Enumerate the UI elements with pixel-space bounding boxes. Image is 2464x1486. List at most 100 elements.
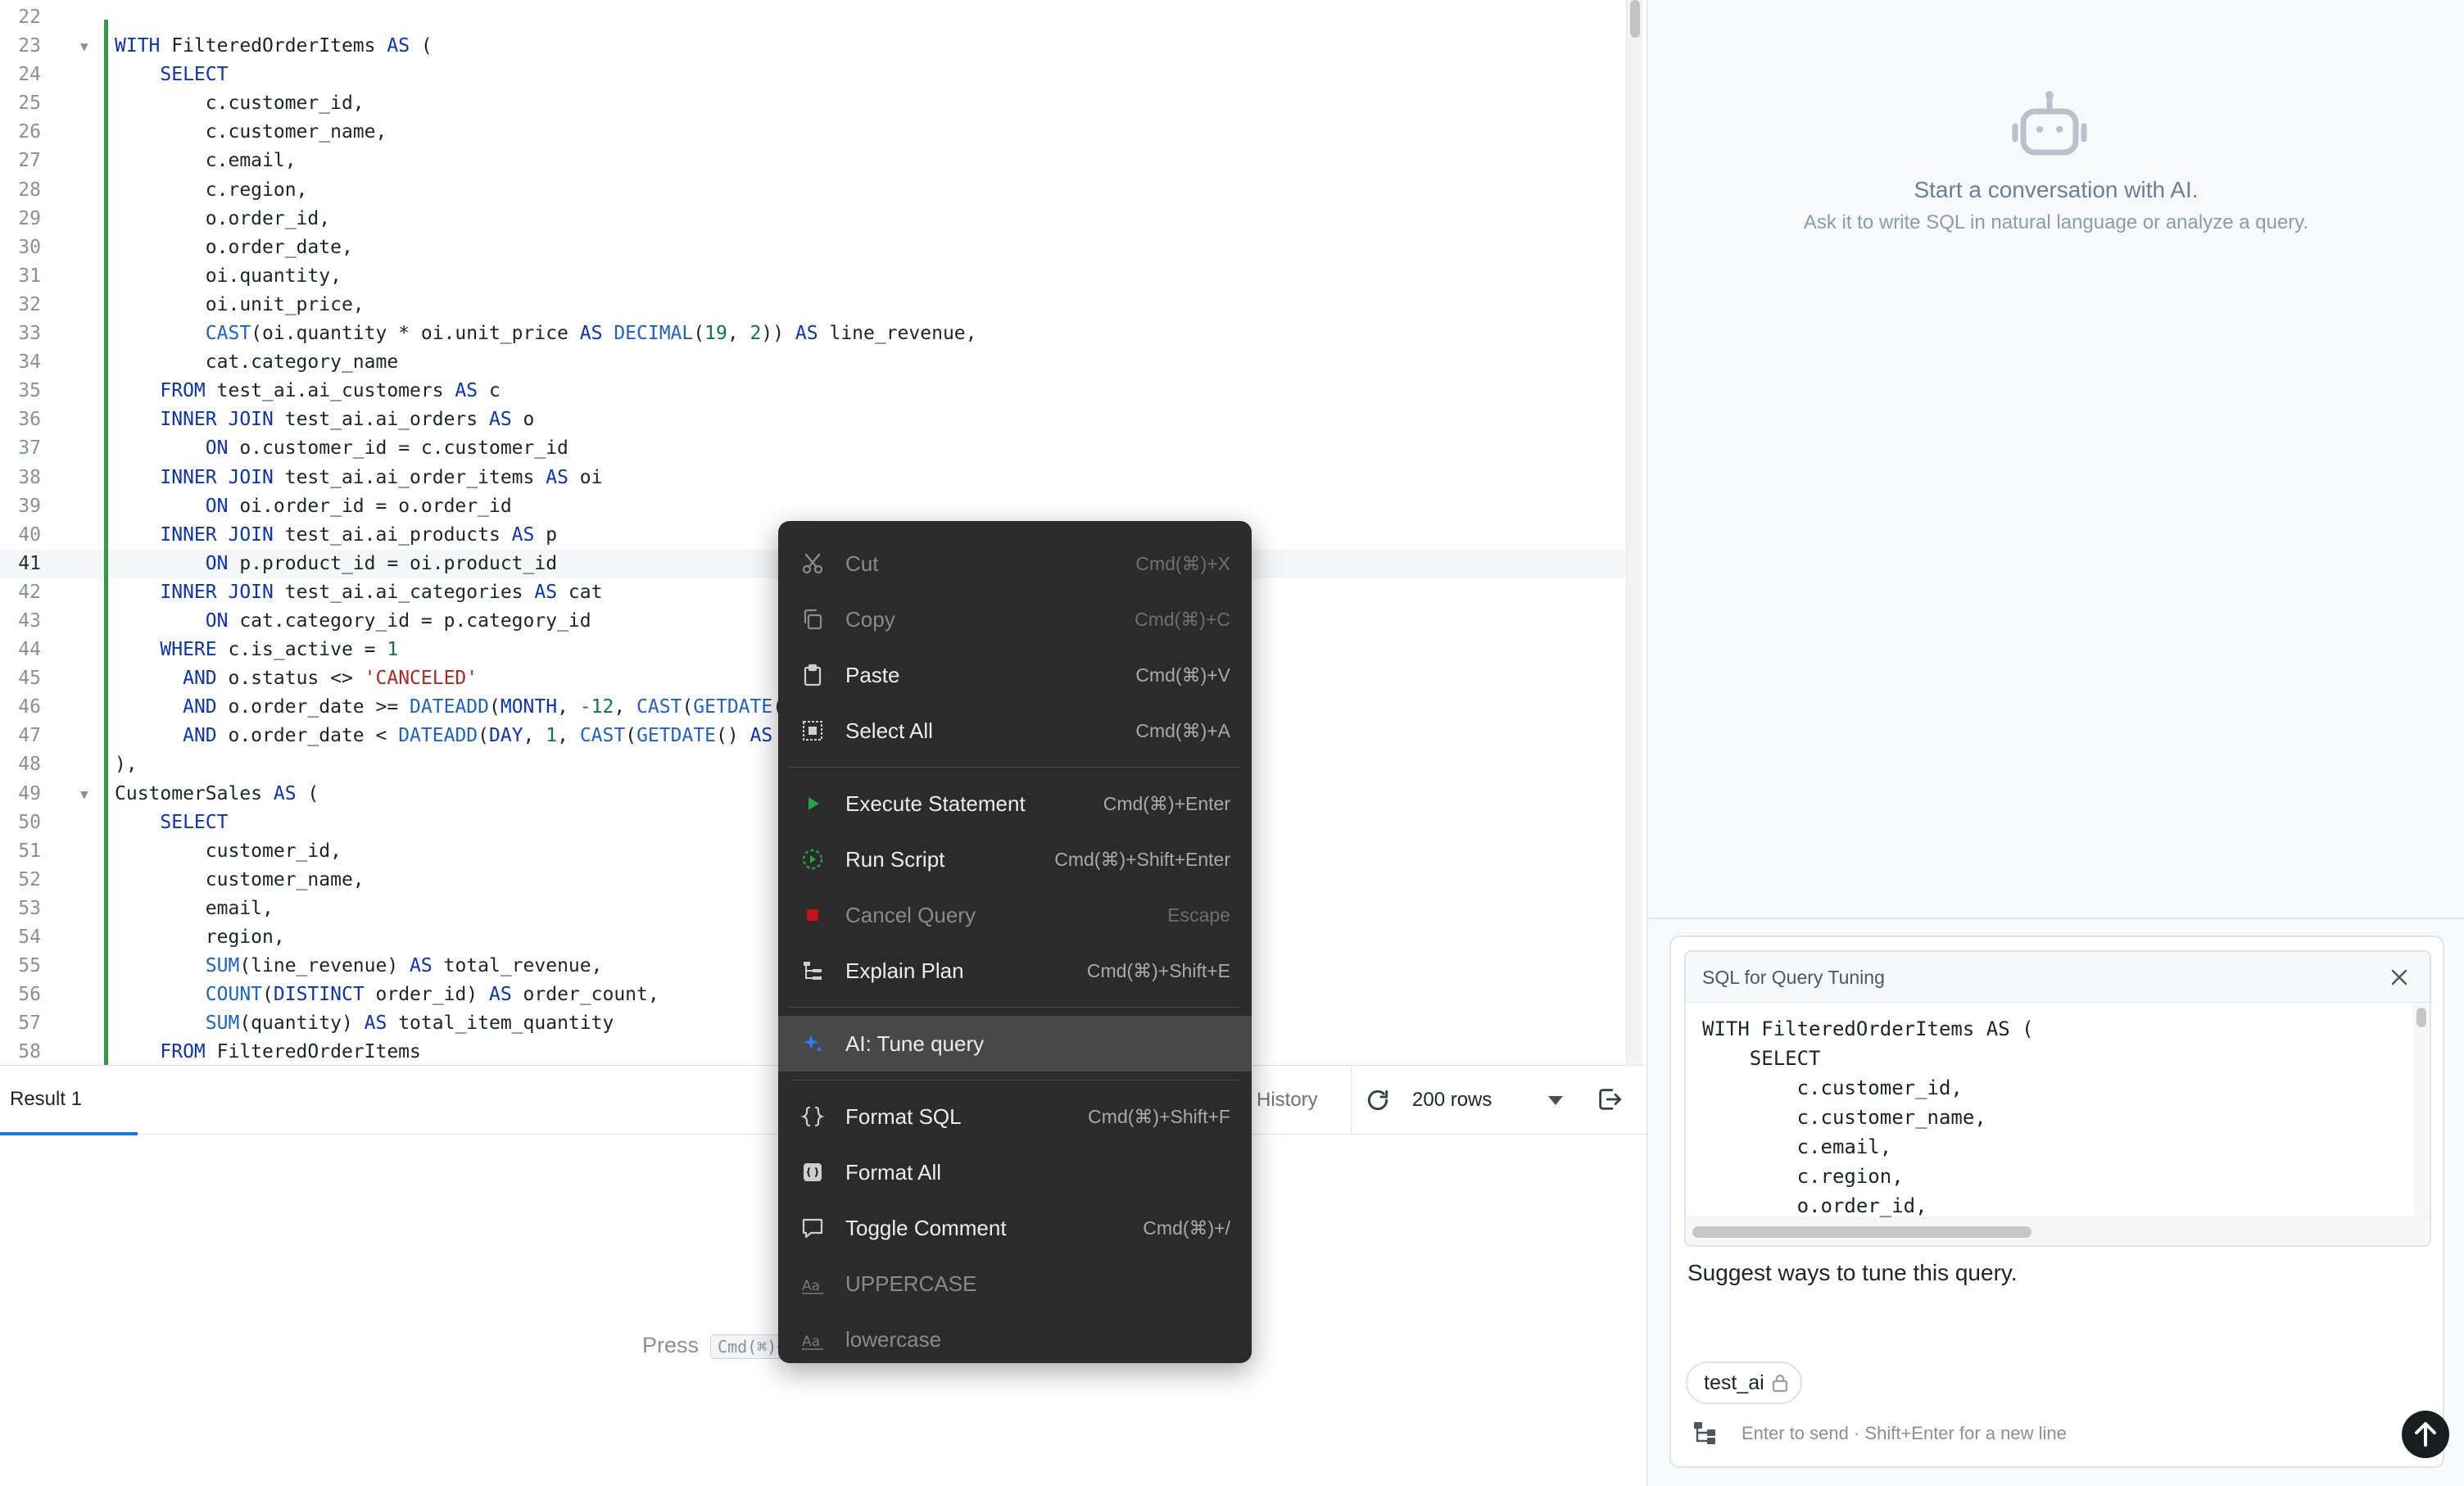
sql-context-code[interactable]: WITH FilteredOrderItems AS ( SELECT c.cu… [1686, 1003, 2413, 1217]
code-line[interactable]: 39 ON oi.order_id = o.order_id [0, 492, 1630, 521]
code-text[interactable]: cat.category_name [115, 348, 398, 377]
close-icon[interactable] [2390, 968, 2408, 986]
code-text[interactable]: AND o.status <> 'CANCELED' [115, 664, 478, 693]
code-text[interactable]: CustomerSales AS ( [115, 780, 319, 809]
fold-toggle-icon[interactable]: ▼ [80, 32, 88, 61]
line-number: 40 [18, 523, 41, 546]
prompt-input[interactable]: Suggest ways to tune this query. [1687, 1260, 2018, 1286]
code-token: AS [387, 35, 410, 57]
sql-context-horizontal-scrollbar-thumb[interactable] [1692, 1226, 2031, 1238]
code-text[interactable]: customer_name, [115, 866, 365, 895]
tab-result-1[interactable]: Result 1 [0, 1066, 138, 1135]
menu-item-toggle-comment[interactable]: Toggle Comment Cmd(⌘)+/ [778, 1200, 1252, 1256]
editor-scrollbar-thumb[interactable] [1630, 0, 1640, 38]
row-limit-value[interactable]: 200 rows [1412, 1066, 1492, 1135]
editor-scrollbar[interactable] [1626, 0, 1642, 1065]
code-token: cat.category_id = p.category_id [228, 609, 591, 632]
refresh-icon[interactable] [1365, 1087, 1391, 1113]
menu-item-uppercase[interactable]: Aa UPPERCASE [778, 1256, 1252, 1312]
menu-item-execute-statement[interactable]: Execute Statement Cmd(⌘)+Enter [778, 776, 1252, 831]
sql-context-scrollbar-thumb[interactable] [2416, 1008, 2426, 1027]
chevron-down-icon[interactable] [1547, 1094, 1565, 1107]
code-line[interactable]: 31 oi.quantity, [0, 262, 1630, 291]
code-text[interactable]: WHERE c.is_active = 1 [115, 636, 398, 664]
code-line[interactable]: 28 c.region, [0, 176, 1630, 205]
code-token: SUM [205, 1013, 240, 1035]
code-line[interactable]: 26 c.customer_name, [0, 118, 1630, 147]
code-text[interactable]: customer_id, [115, 837, 342, 866]
code-text[interactable]: region, [115, 923, 285, 952]
code-text[interactable]: c.region, [115, 176, 308, 205]
code-text[interactable]: SUM(line_revenue) AS total_revenue, [115, 952, 603, 981]
send-button[interactable] [2402, 1411, 2449, 1458]
code-text[interactable]: SUM(quantity) AS total_item_quantity [115, 1009, 614, 1038]
code-token: test_ai.ai_order_items [273, 466, 546, 488]
code-token: DATEADD [410, 696, 489, 718]
menu-item-copy[interactable]: Copy Cmd(⌘)+C [778, 591, 1252, 647]
menu-item-format-all[interactable]: Format All [778, 1144, 1252, 1200]
code-text[interactable]: o.order_date, [115, 233, 353, 262]
code-line[interactable]: 33 CAST(oi.quantity * oi.unit_price AS D… [0, 319, 1630, 348]
code-line[interactable]: 30 o.order_date, [0, 233, 1630, 262]
code-text[interactable]: INNER JOIN test_ai.ai_order_items AS oi [115, 464, 602, 492]
menu-item-explain-plan[interactable]: Explain Plan Cmd(⌘)+Shift+E [778, 943, 1252, 999]
history-button[interactable]: History [1257, 1066, 1352, 1135]
code-text[interactable]: INNER JOIN test_ai.ai_orders AS o [115, 405, 534, 434]
code-line[interactable]: 29 o.order_id, [0, 205, 1630, 233]
menu-item-cut[interactable]: Cut Cmd(⌘)+X [778, 536, 1252, 591]
sql-context-horizontal-scrollbar[interactable] [1686, 1217, 2430, 1245]
code-text[interactable]: AND o.order_date >= DATEADD(MONTH, -12, … [115, 693, 829, 722]
export-icon[interactable] [1596, 1085, 1624, 1113]
menu-item-run-script[interactable]: Run Script Cmd(⌘)+Shift+Enter [778, 831, 1252, 887]
code-text[interactable]: c.customer_name, [115, 118, 387, 147]
code-text[interactable]: FROM FilteredOrderItems [115, 1038, 421, 1065]
menu-item-cancel-query[interactable]: Cancel Query Escape [778, 887, 1252, 943]
code-text[interactable]: CAST(oi.quantity * oi.unit_price AS DECI… [115, 319, 977, 348]
menu-item-lowercase[interactable]: Aa lowercase [778, 1312, 1252, 1367]
code-text[interactable]: SELECT [115, 61, 228, 89]
code-text[interactable]: COUNT(DISTINCT order_id) AS order_count, [115, 981, 659, 1009]
code-line[interactable]: 38 INNER JOIN test_ai.ai_order_items AS … [0, 464, 1630, 492]
schema-tree-icon[interactable] [1692, 1420, 1719, 1445]
sql-context-scrollbar[interactable] [2413, 1003, 2430, 1217]
code-token: test_ai.ai_products [273, 523, 512, 546]
code-text[interactable]: oi.unit_price, [115, 291, 365, 319]
code-text[interactable]: AND o.order_date < DATEADD(DAY, 1, CAST(… [115, 722, 829, 750]
code-text[interactable]: o.order_id, [115, 205, 330, 233]
code-line[interactable]: 34 cat.category_name [0, 348, 1630, 377]
database-chip[interactable]: test_ai [1686, 1361, 1802, 1404]
line-number: 56 [18, 984, 41, 1006]
fold-toggle-icon[interactable]: ▼ [80, 780, 88, 809]
menu-item-paste[interactable]: Paste Cmd(⌘)+V [778, 647, 1252, 703]
code-line[interactable]: 35 FROM test_ai.ai_customers AS c [0, 377, 1630, 405]
code-text[interactable]: email, [115, 895, 274, 923]
code-text[interactable]: oi.quantity, [115, 262, 342, 291]
code-line[interactable]: 32 oi.unit_price, [0, 291, 1630, 319]
code-text[interactable]: FROM test_ai.ai_customers AS c [115, 377, 500, 405]
code-line[interactable]: 27 c.email, [0, 147, 1630, 175]
code-text[interactable]: WITH FilteredOrderItems AS ( [115, 32, 433, 61]
code-line[interactable]: 24 SELECT [0, 61, 1630, 89]
code-line[interactable]: 36 INNER JOIN test_ai.ai_orders AS o [0, 405, 1630, 434]
code-text[interactable]: ), [115, 750, 138, 779]
code-text[interactable]: c.email, [115, 147, 297, 175]
code-text[interactable]: SELECT [115, 809, 228, 837]
code-line[interactable]: 22 [0, 3, 1630, 32]
code-text[interactable]: ON cat.category_id = p.category_id [115, 607, 591, 636]
code-text[interactable]: ON oi.order_id = o.order_id [115, 492, 512, 521]
code-text[interactable]: INNER JOIN test_ai.ai_products AS p [115, 521, 557, 550]
code-text[interactable]: INNER JOIN test_ai.ai_categories AS cat [115, 578, 602, 607]
menu-item-format-sql[interactable]: Format SQL Cmd(⌘)+Shift+F [778, 1089, 1252, 1144]
code-token: o [511, 409, 535, 431]
menu-item-select-all[interactable]: Select All Cmd(⌘)+A [778, 703, 1252, 759]
code-line[interactable]: 25 c.customer_id, [0, 89, 1630, 118]
code-text[interactable]: c.customer_id, [115, 89, 365, 118]
code-line[interactable]: 37 ON o.customer_id = c.customer_id [0, 434, 1630, 463]
code-line[interactable]: 23 ▼ WITH FilteredOrderItems AS ( [0, 32, 1630, 61]
code-text[interactable]: ON p.product_id = oi.product_id [115, 550, 557, 578]
line-number: 31 [18, 265, 41, 287]
menu-item-label: UPPERCASE [845, 1271, 977, 1296]
menu-item-ai-tune-query[interactable]: AI: Tune query [778, 1016, 1252, 1071]
code-text[interactable]: ON o.customer_id = c.customer_id [115, 434, 568, 463]
